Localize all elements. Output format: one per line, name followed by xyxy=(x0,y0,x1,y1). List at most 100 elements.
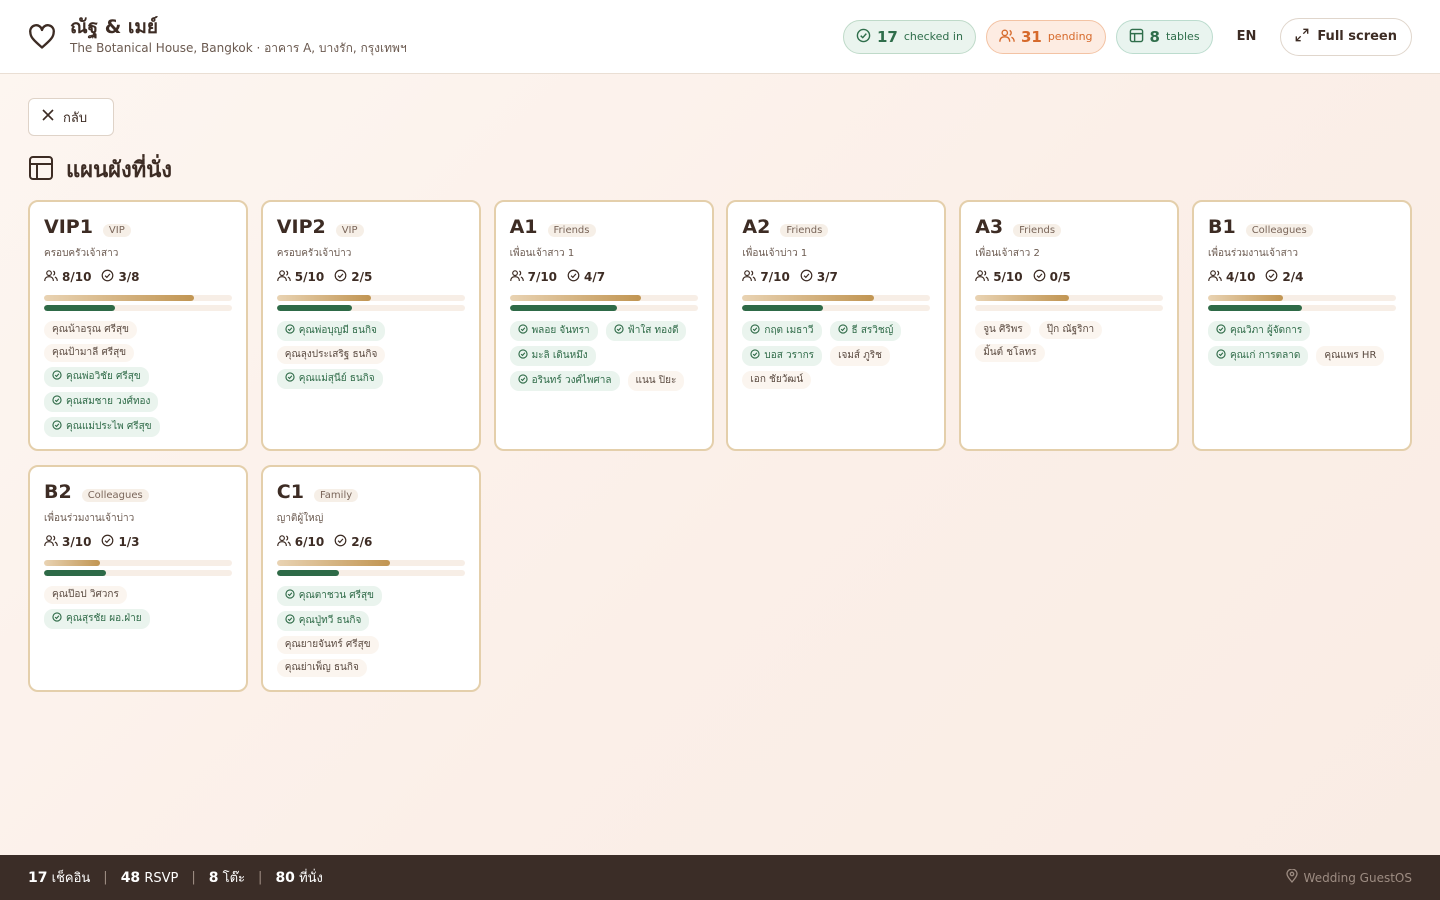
check-circle-icon xyxy=(52,420,62,434)
guest-chip[interactable]: ธี สรวิชญ์ xyxy=(829,321,902,341)
guest-chip[interactable]: คุณเก่ การตลาด xyxy=(1207,346,1309,366)
guest-chip[interactable]: กฤต เมธาวี xyxy=(742,321,822,341)
back-button[interactable]: กลับ xyxy=(28,98,114,136)
checkin-progress-bar xyxy=(44,305,232,311)
guest-chip[interactable]: คุณแม่สุนีย์ ธนกิจ xyxy=(276,369,383,389)
check-circle-icon xyxy=(1265,269,1278,285)
guest-chip[interactable]: แนน ปิยะ xyxy=(627,371,685,391)
table-card-b2[interactable]: B2 Colleagues เพื่อนร่วมงานเจ้าบ่าว 3/10 1/3… xyxy=(28,465,248,692)
table-card-vip1[interactable]: VIP1 VIP ครอบครัวเจ้าสาว 8/10 3/8 คุณน้าอรุณ … xyxy=(28,200,248,451)
table-icon xyxy=(1129,28,1144,46)
guest-name: ปุ๊ก ณัฐริกา xyxy=(1046,324,1095,335)
table-category-badge: Friends xyxy=(547,224,596,237)
seat-progress-fill xyxy=(509,295,642,301)
table-card-b1[interactable]: B1 Colleagues เพื่อนร่วมงานเจ้าสาว 4/10 2/4 ค… xyxy=(1191,200,1412,451)
check-circle-icon xyxy=(517,324,528,338)
check-circle-icon xyxy=(837,324,848,338)
table-card-header: A1 Friends xyxy=(510,216,698,238)
guest-chip[interactable]: อรินทร์ วงศ์ไพศาล xyxy=(509,371,620,391)
guest-name: คุณเก่ การตลาด xyxy=(1229,350,1301,361)
seat-progress-fill xyxy=(276,295,371,301)
users-icon xyxy=(509,269,524,285)
table-name: A2 xyxy=(742,216,771,238)
checkin-progress-fill xyxy=(509,305,617,311)
seat-progress-bar xyxy=(509,295,698,301)
guest-chip[interactable]: มิ้นต์ ชโลทร xyxy=(975,344,1045,362)
checkin-progress-bar xyxy=(1207,305,1396,311)
fullscreen-button[interactable]: Full screen xyxy=(1280,17,1412,56)
guest-chip[interactable]: เจมส์ ภูริช xyxy=(830,346,890,366)
seat-progress-bar xyxy=(742,295,931,301)
table-card-a1[interactable]: A1 Friends เพื่อนเจ้าสาว 1 7/10 4/7 พลอย จันท… xyxy=(493,200,714,451)
guest-chip[interactable]: จูน ศิริพร xyxy=(975,321,1031,339)
table-card-a3[interactable]: A3 Friends เพื่อนเจ้าสาว 2 5/10 0/5 จูน ศิริพ… xyxy=(959,200,1180,451)
guest-chip[interactable]: เอก ชัยวัฒน์ xyxy=(742,371,812,389)
brand: ณัฐ & เมย์ The Botanical House, Bangkok … xyxy=(28,16,407,57)
table-name: B1 xyxy=(1207,216,1236,238)
table-stats: 7/10 4/7 xyxy=(509,269,698,285)
check-circle-icon xyxy=(52,370,62,384)
check-circle-icon xyxy=(614,324,624,338)
guest-name: คุณพ่อวิชัย ศรีสุข xyxy=(66,371,141,382)
close-icon xyxy=(41,108,55,126)
back-label: กลับ xyxy=(63,110,88,126)
map-pin-icon xyxy=(1285,868,1298,886)
check-circle-icon xyxy=(285,372,295,386)
guest-chip[interactable]: คุณลุงประเสริฐ ธนกิจ xyxy=(276,346,386,364)
guest-name: คุณแพร HR xyxy=(1324,350,1377,361)
guest-name: คุณแม่สุนีย์ ธนกิจ xyxy=(298,373,375,384)
table-card-vip2[interactable]: VIP2 VIP ครอบครัวเจ้าบ่าว 5/10 2/5 คุณพ่อบุญม… xyxy=(260,200,481,451)
guest-chip[interactable]: คุณพ่อบุญมี ธนกิจ xyxy=(276,321,385,341)
guest-chip[interactable]: คุณแพร HR xyxy=(1316,346,1385,366)
users-icon xyxy=(44,534,58,550)
guest-chip[interactable]: พลอย จันทรา xyxy=(509,321,598,341)
seat-progress-bar xyxy=(44,295,232,301)
table-card-c1[interactable]: C1 Family ญาติผู้ใหญ่ 6/10 2/6 คุณตาชวน ศรีสุ… xyxy=(260,465,481,692)
guest-chip[interactable]: คุณยายจันทร์ ศรีสุข xyxy=(276,636,379,654)
guest-chip[interactable]: คุณป๊อป วิศวกร xyxy=(44,586,127,604)
guest-chip[interactable]: คุณสมชาย วงศ์ทอง xyxy=(44,392,159,412)
checked-stat: 1/3 xyxy=(101,534,140,550)
guest-chip[interactable]: คุณตาชวน ศรีสุข xyxy=(276,586,382,606)
guest-list: คุณวิภา ผู้จัดการคุณเก่ การตลาด คุณแพร HR xyxy=(1207,321,1396,366)
guest-chip[interactable]: คุณย่าเพ็ญ ธนกิจ xyxy=(276,659,367,677)
guest-chip[interactable]: บอส วรากร xyxy=(742,346,823,366)
table-description: ครอบครัวเจ้าสาว xyxy=(44,248,119,259)
guest-chip[interactable]: คุณแม่ประไพ ศรีสุข xyxy=(44,417,160,437)
checkin-progress-bar xyxy=(44,570,232,576)
guest-name: กฤต เมธาวี xyxy=(764,325,814,336)
seat-progress-bar xyxy=(276,560,465,566)
checkin-progress-fill xyxy=(44,305,115,311)
seat-progress-fill xyxy=(276,560,390,566)
checkin-progress-bar xyxy=(975,305,1164,311)
guest-name: คุณป้ามาลี ศรีสุข xyxy=(52,347,127,358)
app-header: ณัฐ & เมย์ The Botanical House, Bangkok … xyxy=(0,0,1440,74)
guest-chip[interactable]: ปุ๊ก ณัฐริกา xyxy=(1038,321,1103,339)
tables-count: 8 xyxy=(1149,27,1160,46)
language-toggle[interactable]: EN xyxy=(1223,29,1271,44)
guest-chip[interactable]: มะลิ เดินหมึง xyxy=(509,346,596,366)
seated-stat: 5/10 xyxy=(975,269,1023,285)
guest-chip[interactable]: คุณพ่อวิชัย ศรีสุข xyxy=(44,367,149,387)
guest-chip[interactable]: คุณน้าอรุณ ศรีสุข xyxy=(44,321,137,339)
guest-name: พลอย จันทรา xyxy=(531,325,590,336)
seated-stat: 8/10 xyxy=(44,269,91,285)
checked-stat: 3/8 xyxy=(101,269,140,285)
guest-chip[interactable]: คุณวิภา ผู้จัดการ xyxy=(1207,321,1311,341)
guest-chip[interactable]: คุณป้ามาลี ศรีสุข xyxy=(44,344,135,362)
seated-stat: 7/10 xyxy=(509,269,557,285)
seated-stat: 7/10 xyxy=(742,269,790,285)
table-description: เพื่อนเจ้าสาว 1 xyxy=(509,248,575,259)
pending-badge[interactable]: 31 pending xyxy=(985,19,1106,54)
guest-name: คุณปู่ทวี ธนกิจ xyxy=(298,615,362,626)
seat-progress-bar xyxy=(44,560,232,566)
guest-chip[interactable]: ฟ้าใส ทองดี xyxy=(605,321,687,341)
seat-progress-fill xyxy=(975,295,1070,301)
check-circle-icon xyxy=(52,612,62,626)
table-card-a2[interactable]: A2 Friends เพื่อนเจ้าบ่าว 1 7/10 3/7 กฤต เมธา… xyxy=(726,200,947,451)
checked-in-badge[interactable]: 17 checked in xyxy=(842,19,976,54)
users-icon xyxy=(999,28,1015,46)
guest-chip[interactable]: คุณปู่ทวี ธนกิจ xyxy=(276,611,370,631)
guest-chip[interactable]: คุณสุรชัย ผอ.ฝ่าย xyxy=(44,609,150,629)
tables-badge[interactable]: 8 tables xyxy=(1115,19,1213,54)
